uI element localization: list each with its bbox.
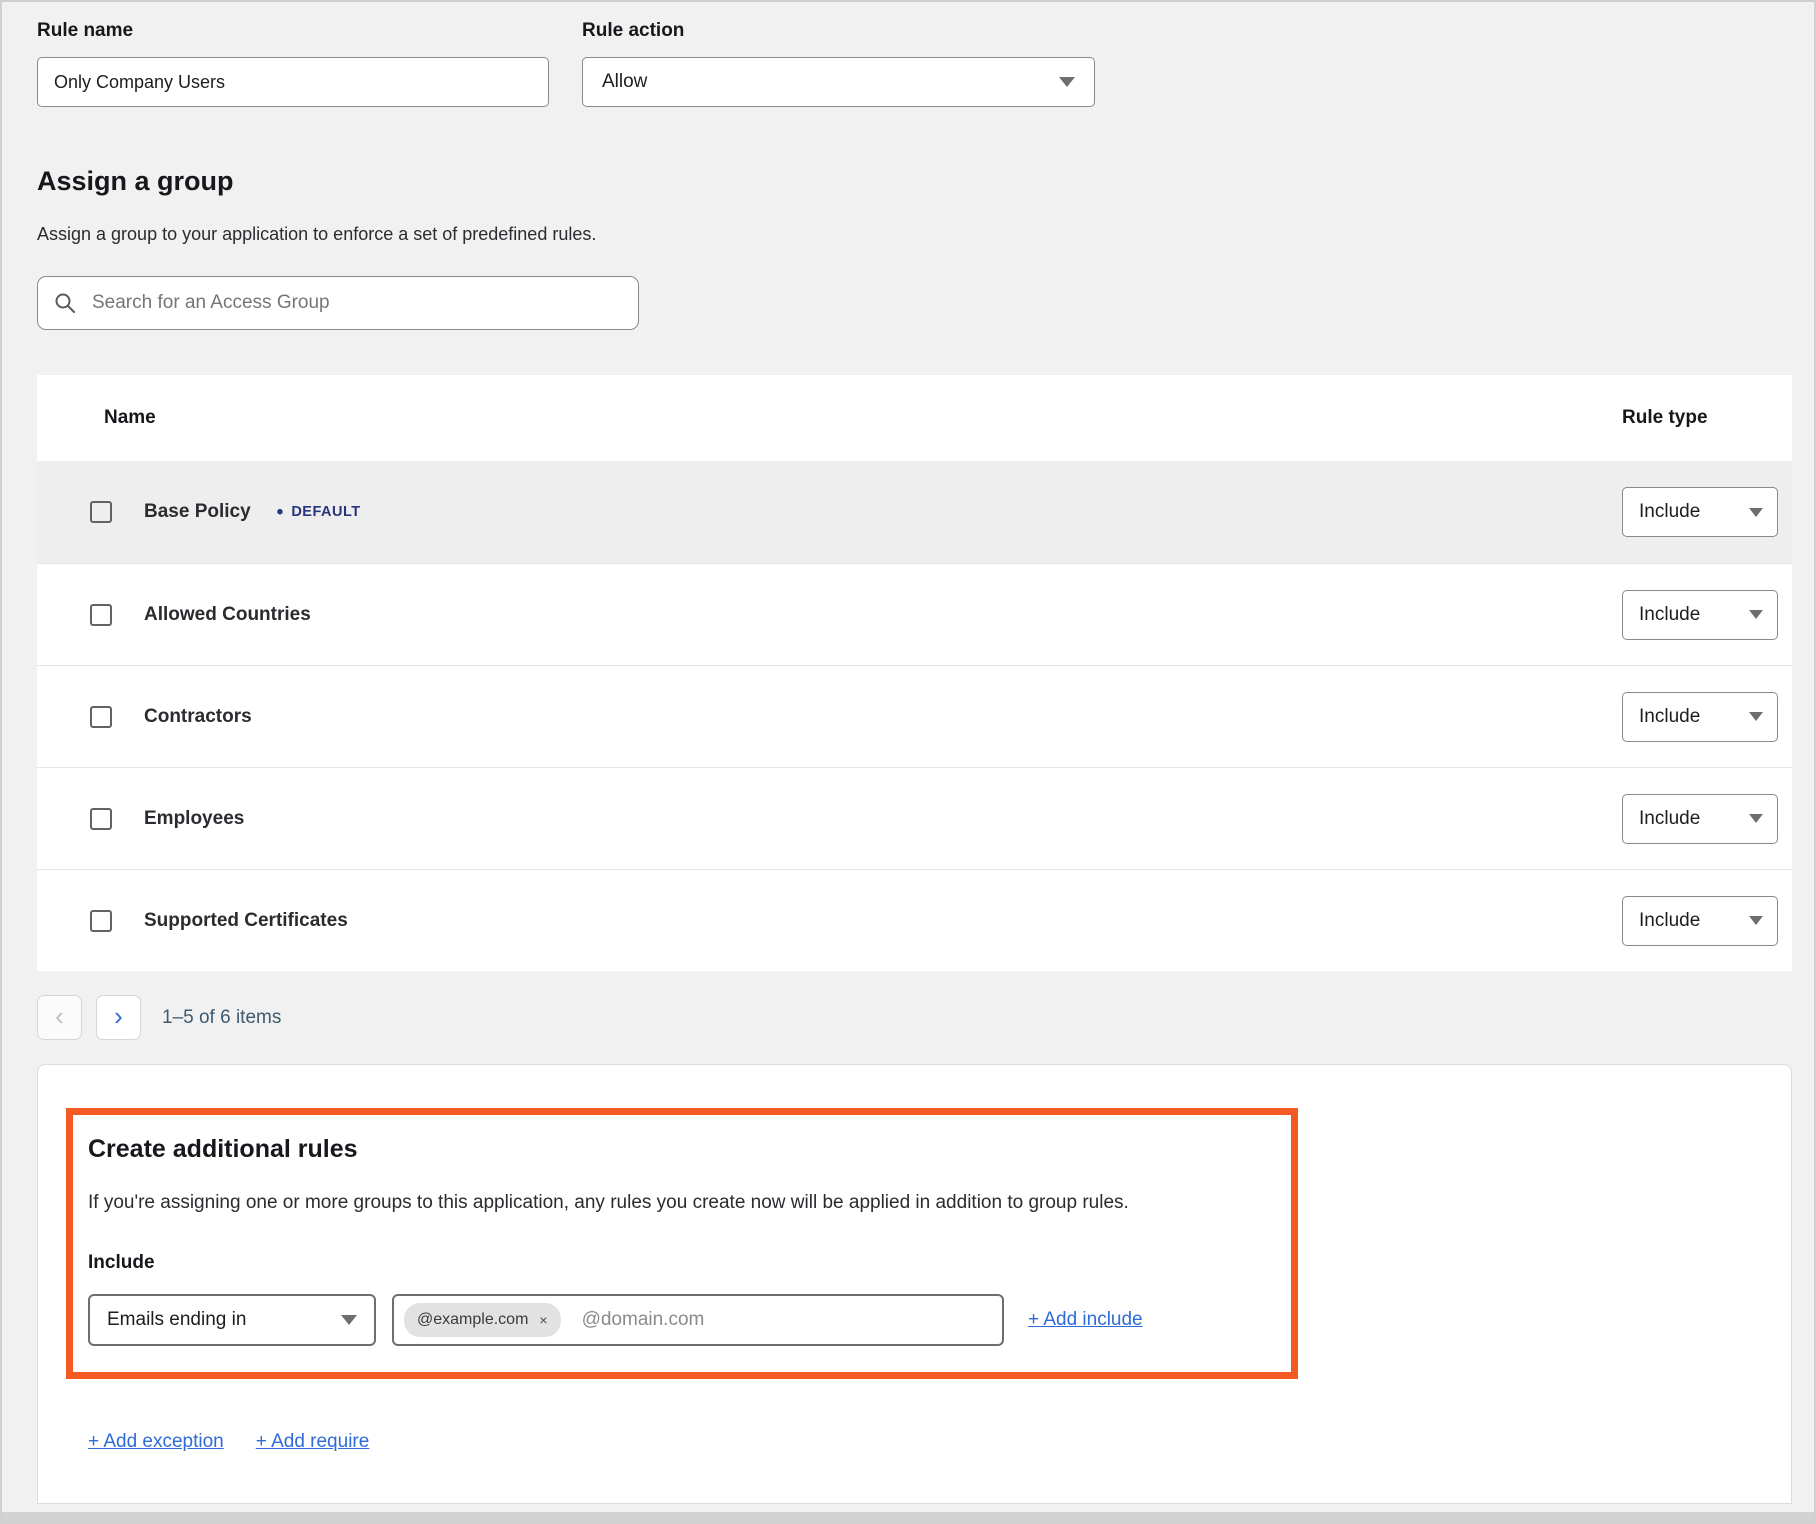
pagination-status: 1–5 of 6 items xyxy=(162,1007,281,1029)
rule-type-select[interactable]: Include xyxy=(1622,896,1778,946)
table-row: Base Policy • DEFAULT Include xyxy=(37,461,1792,563)
rule-form-row: Rule name Rule action Allow xyxy=(37,20,1788,107)
default-badge: • DEFAULT xyxy=(277,503,361,522)
rule-type-cell: Include xyxy=(1622,692,1792,742)
badge-bullet-icon: • xyxy=(277,503,284,522)
rule-name-label: Rule name xyxy=(37,20,549,42)
chip-value: @example.com xyxy=(417,1311,528,1329)
include-label: Include xyxy=(88,1252,1276,1274)
additional-rules-description: If you're assigning one or more groups t… xyxy=(88,1192,1276,1214)
rule-action-value: Allow xyxy=(602,71,647,93)
previous-page-button[interactable]: ‹ xyxy=(37,995,82,1040)
rule-type-value: Include xyxy=(1639,808,1700,830)
next-page-button[interactable]: › xyxy=(96,995,141,1040)
row-checkbox[interactable] xyxy=(90,910,112,932)
domain-input[interactable] xyxy=(580,1308,992,1332)
rule-type-select[interactable]: Include xyxy=(1622,692,1778,742)
group-name: Base Policy xyxy=(144,501,251,523)
table-row: Employees Include xyxy=(37,767,1792,869)
rule-type-select[interactable]: Include xyxy=(1622,590,1778,640)
highlighted-section: Create additional rules If you're assign… xyxy=(66,1108,1298,1379)
row-checkbox[interactable] xyxy=(90,501,112,523)
rule-editor-page: Rule name Rule action Allow Assign a gro… xyxy=(2,2,1814,1504)
assign-group-description: Assign a group to your application to en… xyxy=(37,224,1788,245)
rule-type-value: Include xyxy=(1639,910,1700,932)
rule-action-field-group: Rule action Allow xyxy=(582,20,1095,107)
group-table-body: Base Policy • DEFAULT Include Allowed Co… xyxy=(37,461,1792,971)
row-checkbox[interactable] xyxy=(90,706,112,728)
rule-type-cell: Include xyxy=(1622,487,1792,537)
window-bottom-edge xyxy=(2,1512,1814,1522)
table-row: Contractors Include xyxy=(37,665,1792,767)
add-require-link[interactable]: + Add require xyxy=(256,1431,370,1453)
rule-type-select[interactable]: Include xyxy=(1622,794,1778,844)
rule-type-select[interactable]: Include xyxy=(1622,487,1778,537)
rule-name-field-group: Rule name xyxy=(37,20,549,107)
assign-group-heading: Assign a group xyxy=(37,166,1788,197)
rule-type-value: Include xyxy=(1639,501,1700,523)
rule-type-value: Include xyxy=(1639,706,1700,728)
remove-chip-icon[interactable]: × xyxy=(539,1313,547,1327)
group-name: Contractors xyxy=(144,706,252,728)
group-table-header: Name Rule type xyxy=(37,375,1792,461)
add-include-link[interactable]: + Add include xyxy=(1028,1309,1143,1331)
chevron-down-icon xyxy=(1749,508,1763,517)
chevron-down-icon xyxy=(341,1315,357,1325)
group-table: Name Rule type Base Policy • DEFAULT Inc… xyxy=(37,375,1792,971)
chevron-down-icon xyxy=(1749,814,1763,823)
email-domain-chip: @example.com × xyxy=(404,1303,561,1337)
condition-value: Emails ending in xyxy=(107,1309,246,1331)
rule-type-column-header: Rule type xyxy=(1622,407,1792,429)
search-icon xyxy=(54,292,76,314)
group-name: Employees xyxy=(144,808,244,830)
rule-footer-links: + Add exception + Add require xyxy=(88,1431,1791,1453)
chevron-down-icon xyxy=(1749,610,1763,619)
row-checkbox[interactable] xyxy=(90,604,112,626)
pagination: ‹ › 1–5 of 6 items xyxy=(37,995,1788,1040)
access-group-search[interactable] xyxy=(37,276,639,330)
rule-type-cell: Include xyxy=(1622,794,1792,844)
additional-rules-card: Create additional rules If you're assign… xyxy=(37,1064,1792,1504)
table-row: Allowed Countries Include xyxy=(37,563,1792,665)
additional-rules-heading: Create additional rules xyxy=(88,1135,1276,1164)
add-exception-link[interactable]: + Add exception xyxy=(88,1431,224,1453)
rule-type-cell: Include xyxy=(1622,896,1792,946)
chevron-down-icon xyxy=(1749,712,1763,721)
rule-action-select[interactable]: Allow xyxy=(582,57,1095,107)
rule-action-label: Rule action xyxy=(582,20,1095,42)
group-name: Supported Certificates xyxy=(144,910,348,932)
group-name: Allowed Countries xyxy=(144,604,311,626)
include-rule-controls: Emails ending in @example.com × + Add in… xyxy=(88,1294,1276,1346)
default-badge-text: DEFAULT xyxy=(291,504,360,520)
rule-type-cell: Include xyxy=(1622,590,1792,640)
rule-type-value: Include xyxy=(1639,604,1700,626)
row-checkbox[interactable] xyxy=(90,808,112,830)
email-domain-field[interactable]: @example.com × xyxy=(392,1294,1004,1346)
search-input[interactable] xyxy=(90,291,622,315)
chevron-down-icon xyxy=(1749,916,1763,925)
rule-name-input[interactable] xyxy=(37,57,549,107)
chevron-down-icon xyxy=(1059,77,1075,87)
name-column-header: Name xyxy=(37,407,1622,429)
condition-select[interactable]: Emails ending in xyxy=(88,1294,376,1346)
table-row: Supported Certificates Include xyxy=(37,869,1792,971)
